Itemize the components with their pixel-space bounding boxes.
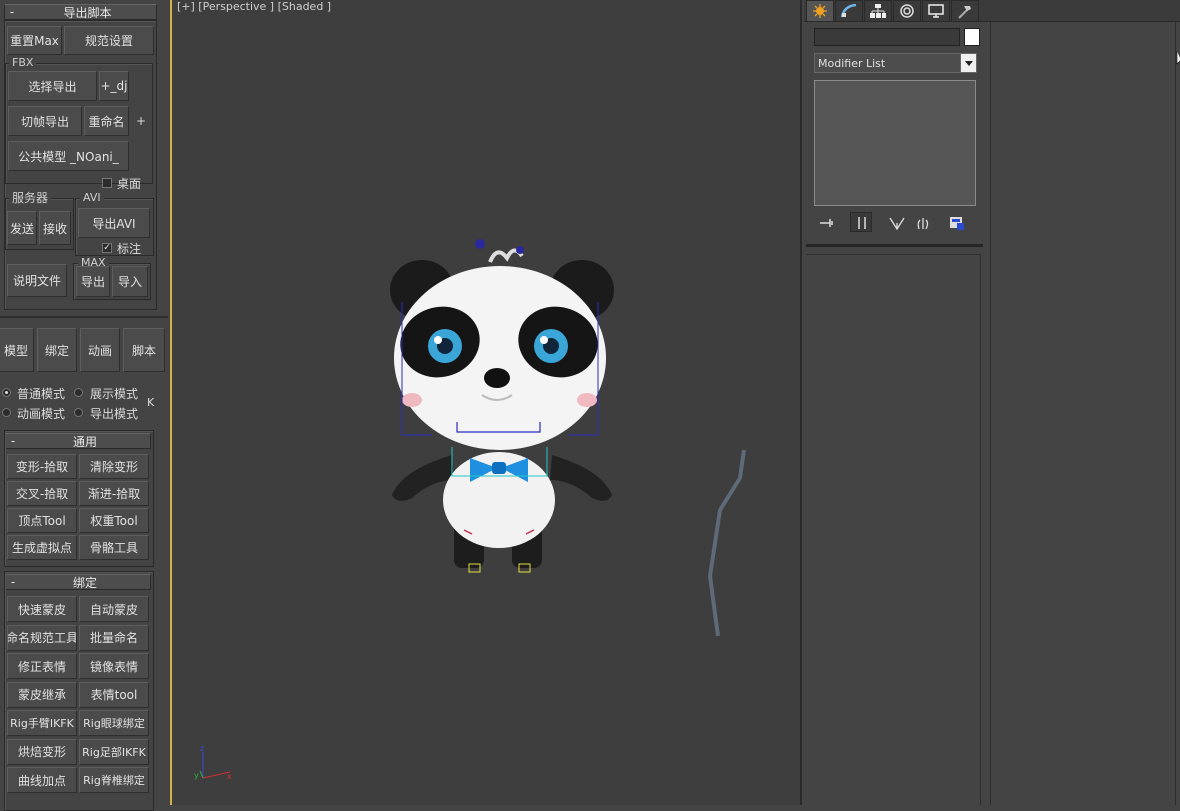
modifier-stack[interactable] bbox=[814, 80, 976, 206]
tab-binding[interactable]: 绑定 bbox=[37, 328, 77, 372]
general-button-6[interactable]: 生成虚拟点 bbox=[7, 535, 77, 560]
server-group-title: 服务器 bbox=[9, 192, 52, 204]
display-mode-radio[interactable] bbox=[74, 388, 83, 397]
create-tab-icon[interactable] bbox=[806, 0, 834, 22]
export-avi-button[interactable]: 导出AVI bbox=[78, 208, 150, 238]
binding-button-9[interactable]: Rig眼球绑定 bbox=[79, 710, 149, 736]
binding-button-6[interactable]: 蒙皮继承 bbox=[7, 681, 77, 708]
remove-modifier-icon[interactable] bbox=[914, 215, 932, 231]
binding-button-3[interactable]: 批量命名 bbox=[79, 624, 149, 651]
axis-tripod: z y x bbox=[194, 744, 232, 781]
panel-column-border bbox=[980, 255, 981, 805]
svg-text:x: x bbox=[227, 772, 232, 781]
k-label: K bbox=[147, 396, 155, 409]
panda-model bbox=[390, 239, 614, 573]
general-button-5[interactable]: 权重Tool bbox=[79, 508, 149, 533]
reset-max-button[interactable]: 重置Max bbox=[7, 26, 62, 55]
binding-button-13[interactable]: Rig脊椎绑定 bbox=[79, 767, 149, 793]
export-rollout-title: 导出脚本 bbox=[63, 5, 112, 20]
panel-divider bbox=[806, 244, 983, 247]
rename-button[interactable]: 重命名 bbox=[84, 106, 129, 136]
public-model-button[interactable]: 公共模型 _NOani_ bbox=[8, 141, 129, 171]
fbx-group-title: FBX bbox=[9, 57, 37, 69]
spline-object bbox=[708, 449, 746, 637]
svg-text:y: y bbox=[194, 771, 199, 780]
collapse-icon: - bbox=[9, 5, 15, 19]
binding-button-12[interactable]: 曲线加点 bbox=[7, 767, 77, 793]
scene-canvas: z y x bbox=[194, 239, 746, 781]
export-rollout-header[interactable]: - 导出脚本 bbox=[4, 4, 157, 20]
utilities-tab-icon[interactable] bbox=[951, 0, 979, 22]
general-button-2[interactable]: 交叉-拾取 bbox=[7, 481, 77, 506]
binding-button-11[interactable]: Rig足部IKFK bbox=[79, 738, 149, 765]
display-tab-icon[interactable] bbox=[922, 0, 950, 22]
general-button-0[interactable]: 变形-拾取 bbox=[7, 454, 77, 479]
svg-text:z: z bbox=[200, 744, 204, 753]
object-color-swatch[interactable] bbox=[964, 28, 980, 46]
modifier-list-label: Modifier List bbox=[818, 57, 886, 70]
binding-button-1[interactable]: 自动蒙皮 bbox=[79, 596, 149, 622]
command-panel: Modifier List bbox=[804, 0, 1180, 805]
receive-button[interactable]: 接收 bbox=[39, 211, 71, 245]
send-button[interactable]: 发送 bbox=[7, 211, 37, 245]
display-mode-label: 展示模式 bbox=[90, 387, 139, 401]
mouse-cursor-icon bbox=[1176, 50, 1180, 66]
binding-button-0[interactable]: 快速蒙皮 bbox=[7, 596, 77, 622]
stack-toolbar bbox=[814, 212, 979, 234]
tab-model[interactable]: 模型 bbox=[0, 328, 34, 372]
general-button-4[interactable]: 顶点Tool bbox=[7, 508, 77, 533]
export-mode-label: 导出模式 bbox=[90, 407, 139, 421]
docs-button[interactable]: 说明文件 bbox=[7, 264, 67, 297]
divider bbox=[0, 316, 168, 318]
general-button-1[interactable]: 清除变形 bbox=[79, 454, 149, 479]
desktop-checkbox[interactable] bbox=[102, 178, 112, 188]
frame-export-button[interactable]: 切帧导出 bbox=[8, 106, 82, 136]
general-button-3[interactable]: 渐进-拾取 bbox=[79, 481, 149, 506]
desktop-label: 桌面 bbox=[117, 177, 142, 191]
annotate-checkbox[interactable]: ✓ bbox=[102, 243, 112, 253]
motion-tab-icon[interactable] bbox=[893, 0, 921, 22]
binding-button-4[interactable]: 修正表情 bbox=[7, 653, 77, 679]
show-end-result-icon[interactable] bbox=[850, 212, 872, 232]
spec-settings-button[interactable]: 规范设置 bbox=[64, 26, 154, 55]
tab-script[interactable]: 脚本 bbox=[123, 328, 165, 372]
binding-button-5[interactable]: 镜像表情 bbox=[79, 653, 149, 679]
plus-dj-button[interactable]: +_dj bbox=[99, 71, 129, 101]
dropdown-arrow-icon[interactable] bbox=[960, 54, 976, 72]
select-export-button[interactable]: 选择导出 bbox=[8, 71, 97, 101]
modifier-list-dropdown[interactable]: Modifier List bbox=[814, 53, 977, 73]
normal-mode-label: 普通模式 bbox=[17, 387, 66, 401]
animation-mode-label: 动画模式 bbox=[17, 407, 66, 421]
annotate-label: 标注 bbox=[117, 242, 142, 256]
binding-button-2[interactable]: 命名规范工具 bbox=[7, 624, 77, 651]
panel-divider-2 bbox=[806, 254, 981, 255]
tab-animation[interactable]: 动画 bbox=[80, 328, 120, 372]
animation-mode-radio[interactable] bbox=[2, 408, 11, 417]
export-mode-radio[interactable] bbox=[74, 408, 83, 417]
max-import-button[interactable]: 导入 bbox=[112, 266, 148, 297]
object-name-field[interactable] bbox=[814, 28, 960, 46]
pin-stack-icon[interactable] bbox=[818, 215, 836, 231]
empty-panel-area bbox=[990, 22, 1176, 805]
script-panel: - 导出脚本 重置Max 规范设置 FBX 选择导出 +_dj 切帧导出 重命名… bbox=[0, 0, 168, 811]
configure-modifier-sets-icon[interactable] bbox=[948, 215, 966, 231]
make-unique-icon[interactable] bbox=[888, 215, 906, 231]
max-export-button[interactable]: 导出 bbox=[76, 266, 110, 297]
binding-button-8[interactable]: Rig手臂IKFK bbox=[7, 710, 77, 736]
binding-button-10[interactable]: 烘焙变形 bbox=[7, 738, 77, 765]
modify-tab-icon[interactable] bbox=[835, 0, 863, 22]
hierarchy-tab-icon[interactable] bbox=[864, 0, 892, 22]
normal-mode-radio[interactable] bbox=[2, 388, 11, 397]
binding-button-7[interactable]: 表情tool bbox=[79, 681, 149, 708]
perspective-viewport[interactable]: [+] [Perspective ] [Shaded ] z y x bbox=[170, 0, 802, 805]
plus-label[interactable]: + bbox=[136, 114, 146, 128]
avi-group-title: AVI bbox=[80, 192, 104, 204]
general-button-7[interactable]: 骨骼工具 bbox=[79, 535, 149, 560]
